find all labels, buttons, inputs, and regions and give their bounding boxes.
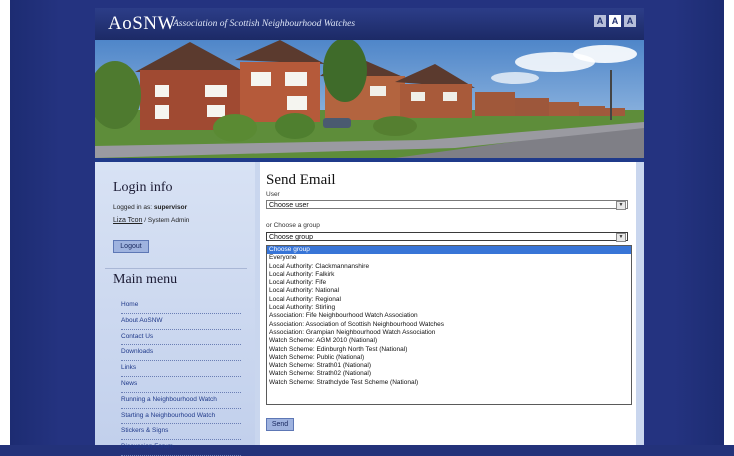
main-content: Send Email User Choose user ▼ or Choose … — [260, 162, 636, 445]
sidebar-divider — [105, 268, 247, 269]
user-select-value: Choose user — [269, 202, 309, 209]
group-select[interactable]: Choose group ▼ — [266, 232, 628, 242]
menu-item-downloads[interactable]: Downloads — [121, 345, 241, 362]
group-option[interactable]: Local Authority: Clackmannanshire — [267, 263, 631, 271]
page-title: Send Email — [266, 172, 336, 188]
group-label: or Choose a group — [266, 222, 320, 229]
menu-item-contact[interactable]: Contact Us — [121, 330, 241, 346]
group-dropdown-list: Choose group Everyone Local Authority: C… — [266, 245, 632, 405]
menu-item-home[interactable]: Home — [121, 298, 241, 314]
send-button[interactable]: Send — [266, 418, 294, 431]
user-identity: Liza Tcon / System Admin — [113, 217, 189, 224]
logged-in-username: supervisor — [153, 204, 188, 211]
header-photo — [95, 40, 644, 158]
main-menu-heading: Main menu — [113, 272, 178, 287]
user-role: / System Admin — [144, 217, 190, 224]
menu-item-about[interactable]: About AoSNW — [121, 314, 241, 330]
user-label: User — [266, 191, 280, 198]
group-option[interactable]: Association: Fife Neighbourhood Watch As… — [267, 312, 631, 320]
chevron-down-icon[interactable]: ▼ — [616, 201, 626, 210]
group-option[interactable]: Local Authority: National — [267, 287, 631, 295]
site-tagline: Association of Scottish Neighbourhood Wa… — [173, 19, 356, 29]
menu-item-starting-watch[interactable]: Starting a Neighbourhood Watch — [121, 409, 241, 425]
group-option[interactable]: Local Authority: Regional — [267, 296, 631, 304]
site-page: AoSNW Association of Scottish Neighbourh… — [95, 8, 644, 456]
main-menu: Home About AoSNW Contact Us Downloads Li… — [121, 298, 241, 456]
group-option[interactable]: Choose group — [267, 246, 631, 255]
logout-button[interactable]: Logout — [113, 240, 149, 253]
menu-item-stickers[interactable]: Stickers & Signs — [121, 424, 241, 441]
group-option[interactable]: Watch Scheme: Strath02 (National) — [267, 370, 631, 378]
logged-in-prefix: Logged in as: — [113, 204, 153, 211]
logged-in-status: Logged in as: supervisor — [113, 204, 187, 211]
group-option[interactable]: Local Authority: Stirling — [267, 304, 631, 312]
content-right-border — [636, 162, 644, 445]
menu-item-running-watch[interactable]: Running a Neighbourhood Watch — [121, 393, 241, 409]
chevron-down-icon[interactable]: ▼ — [616, 233, 626, 242]
group-option[interactable]: Everyone — [267, 254, 631, 262]
group-option[interactable]: Watch Scheme: AGM 2010 (National) — [267, 337, 631, 345]
text-size-medium-button[interactable]: A — [609, 15, 621, 27]
group-option[interactable]: Association: Association of Scottish Nei… — [267, 321, 631, 329]
group-option[interactable]: Association: Grampian Neighbourhood Watc… — [267, 329, 631, 337]
login-info-heading: Login info — [113, 180, 173, 195]
text-size-large-button[interactable]: A — [624, 15, 636, 27]
menu-item-forum[interactable]: Discussion Forum — [121, 440, 241, 456]
group-option[interactable]: Watch Scheme: Edinburgh North Test (Nati… — [267, 346, 631, 354]
sidebar: Login info Logged in as: supervisor Liza… — [95, 162, 255, 456]
group-option[interactable]: Watch Scheme: Public (National) — [267, 354, 631, 362]
menu-item-news[interactable]: News — [121, 377, 241, 393]
text-size-small-button[interactable]: A — [594, 15, 606, 27]
user-name-link[interactable]: Liza Tcon — [113, 217, 142, 224]
group-option[interactable]: Local Authority: Fife — [267, 279, 631, 287]
site-logo[interactable]: AoSNW — [108, 13, 176, 35]
group-option[interactable]: Watch Scheme: Strath01 (National) — [267, 362, 631, 370]
user-select[interactable]: Choose user ▼ — [266, 200, 628, 210]
group-option[interactable]: Watch Scheme: Strathclyde Test Scheme (N… — [267, 379, 631, 387]
site-header: AoSNW Association of Scottish Neighbourh… — [95, 8, 644, 40]
group-option[interactable]: Local Authority: Falkirk — [267, 271, 631, 279]
menu-item-links[interactable]: Links — [121, 361, 241, 377]
group-select-value: Choose group — [269, 234, 313, 241]
text-size-controls: A A A — [594, 15, 636, 27]
